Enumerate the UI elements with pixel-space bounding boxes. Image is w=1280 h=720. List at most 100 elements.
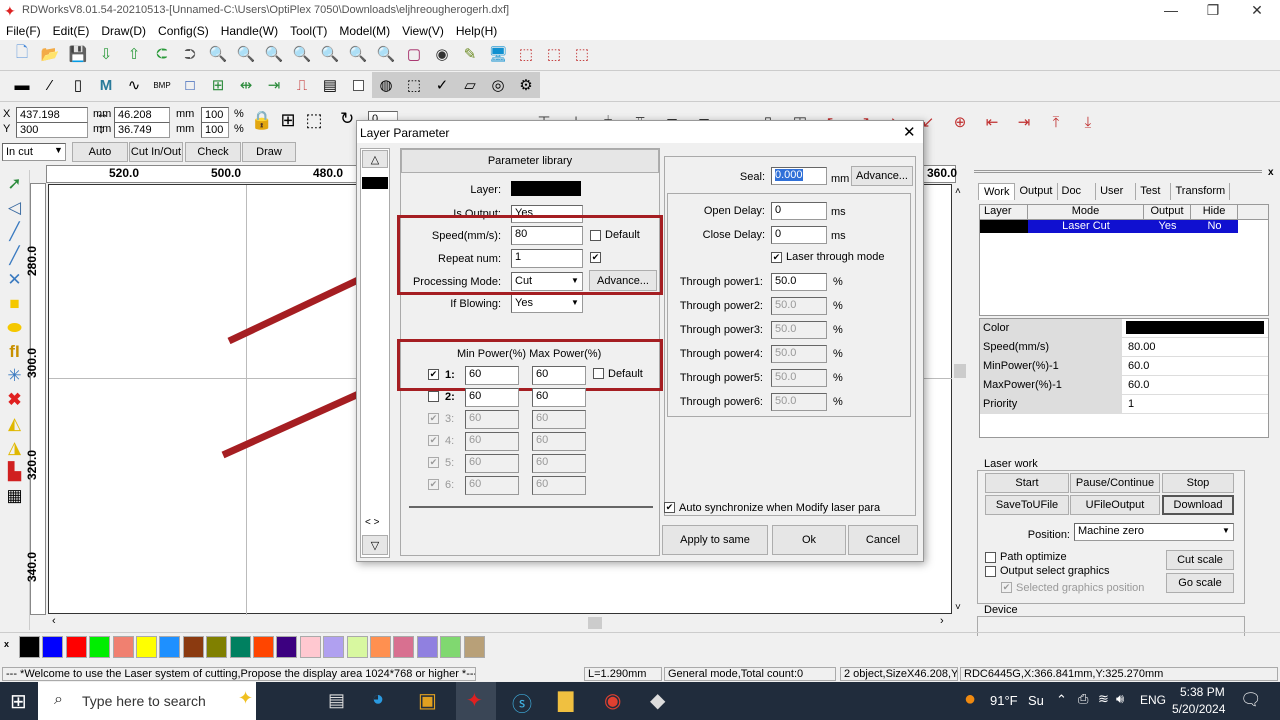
power-row-checkbox[interactable]: ✔: [428, 435, 439, 446]
max-power-input[interactable]: 60: [532, 366, 586, 385]
s-app-icon[interactable]: ⓢ: [512, 688, 532, 717]
start-button[interactable]: Start: [985, 473, 1069, 493]
palette-swatch[interactable]: [65, 636, 87, 658]
col-output[interactable]: Output: [1144, 205, 1191, 219]
palette-swatch[interactable]: [393, 636, 415, 658]
parameter-library-button[interactable]: Parameter library: [401, 149, 659, 173]
tab-output[interactable]: Output: [1015, 183, 1058, 200]
cancel-button[interactable]: Cancel: [848, 525, 918, 555]
through-power-input[interactable]: 50.0: [771, 369, 827, 387]
volume-icon[interactable]: 🔊︎: [1116, 691, 1124, 707]
palette-swatch[interactable]: [136, 636, 157, 658]
layer-color-swatch[interactable]: [511, 181, 581, 196]
col-hide[interactable]: Hide: [1191, 205, 1238, 219]
task-view-icon[interactable]: ▤: [328, 690, 345, 711]
max-power-input[interactable]: 60: [532, 388, 586, 407]
tab-test[interactable]: Test: [1136, 183, 1172, 200]
max-power-input[interactable]: 60: [532, 410, 586, 429]
language-indicator[interactable]: ENG: [1140, 693, 1166, 707]
dialog-close-button[interactable]: ✕: [903, 123, 916, 141]
seal-advance-button[interactable]: Advance...: [851, 166, 913, 186]
clock-date[interactable]: 5/20/2024: [1172, 702, 1225, 716]
layer-down-button[interactable]: ▽: [362, 535, 388, 555]
min-power-input[interactable]: 60: [465, 366, 519, 385]
min-power-input[interactable]: 60: [465, 454, 519, 473]
palette-swatch[interactable]: [416, 636, 438, 658]
layer-grid-row[interactable]: Laser Cut Yes No: [980, 220, 1268, 233]
close-delay-input[interactable]: 0: [771, 226, 827, 244]
power-row-checkbox[interactable]: [428, 391, 439, 402]
cut-scale-button[interactable]: Cut scale: [1166, 550, 1234, 570]
property-row[interactable]: MinPower(%)-1 60.0: [980, 357, 1268, 376]
palette-swatch[interactable]: [19, 636, 40, 658]
panel-close-icon[interactable]: x: [1268, 167, 1274, 178]
edge-icon[interactable]: ◕: [372, 688, 384, 711]
save-to-ufile-button[interactable]: SaveToUFile: [985, 495, 1069, 515]
file-explorer-icon[interactable]: ▇: [558, 688, 573, 713]
position-select[interactable]: Machine zero: [1074, 523, 1234, 541]
chevron-up-icon[interactable]: ⌃: [1056, 692, 1067, 708]
rdworks-taskbar-item[interactable]: ✦: [456, 682, 496, 720]
blowing-dropdown-icon[interactable]: ▼: [571, 298, 579, 307]
auto-sync-checkbox[interactable]: ✔: [664, 502, 675, 513]
go-scale-button[interactable]: Go scale: [1166, 573, 1234, 593]
min-power-input[interactable]: 60: [465, 432, 519, 451]
palette-swatch[interactable]: [182, 636, 204, 658]
through-power-input[interactable]: 50.0: [771, 321, 827, 339]
min-power-input[interactable]: 60: [465, 476, 519, 495]
palette-swatch[interactable]: [370, 636, 391, 658]
tab-work[interactable]: Work: [978, 183, 1016, 200]
layer-scroll-lr[interactable]: < >: [365, 517, 379, 528]
max-power-input[interactable]: 60: [532, 432, 586, 451]
through-power-input[interactable]: 50.0: [771, 273, 827, 291]
tab-user[interactable]: User: [1096, 183, 1137, 200]
property-row[interactable]: Priority 1: [980, 395, 1268, 414]
palette-close-icon[interactable]: x: [4, 639, 9, 649]
through-power-input[interactable]: 50.0: [771, 345, 827, 363]
palette-swatch[interactable]: [42, 636, 64, 658]
palette-swatch[interactable]: [159, 636, 181, 658]
inkscape-icon[interactable]: ◆: [650, 688, 665, 713]
power-row-checkbox[interactable]: ✔: [428, 457, 439, 468]
stop-button[interactable]: Stop: [1162, 473, 1234, 493]
selected-pos-checkbox[interactable]: ✔: [1001, 582, 1012, 593]
layer-up-button[interactable]: △: [362, 150, 388, 168]
download-button[interactable]: Download: [1162, 495, 1234, 515]
position-dropdown-icon[interactable]: ▼: [1222, 526, 1230, 535]
palette-swatch[interactable]: [299, 636, 321, 658]
palette-swatch[interactable]: [440, 636, 462, 658]
col-mode[interactable]: Mode: [1028, 205, 1144, 219]
panel-grip[interactable]: [974, 170, 1262, 173]
max-power-input[interactable]: 60: [532, 476, 586, 495]
power-row-checkbox[interactable]: ✔: [428, 369, 439, 380]
property-row[interactable]: Color: [980, 319, 1268, 338]
pause-continue-button[interactable]: Pause/Continue: [1070, 473, 1160, 493]
through-power-input[interactable]: 50.0: [771, 297, 827, 315]
palette-swatch[interactable]: [89, 636, 111, 658]
palette-swatch[interactable]: [229, 636, 251, 658]
tab-transform[interactable]: Transform: [1171, 183, 1231, 200]
seal-input[interactable]: 0.000: [771, 167, 827, 185]
through-power-input[interactable]: 50.0: [771, 393, 827, 411]
palette-swatch[interactable]: [276, 636, 298, 658]
meet-icon[interactable]: ⎙: [1078, 691, 1088, 707]
palette-swatch[interactable]: [323, 636, 345, 658]
windows-start-icon[interactable]: ⊞: [10, 689, 27, 714]
palette-swatch[interactable]: [463, 636, 485, 658]
max-power-input[interactable]: 60: [532, 454, 586, 473]
weather-temp[interactable]: 91°F: [990, 693, 1018, 708]
power-row-checkbox[interactable]: ✔: [428, 479, 439, 490]
power-row-checkbox[interactable]: ✔: [428, 413, 439, 424]
chrome-icon[interactable]: ◉: [604, 688, 621, 713]
property-row[interactable]: Speed(mm/s) 80.00: [980, 338, 1268, 357]
min-power-input[interactable]: 60: [465, 410, 519, 429]
taskbar-search[interactable]: ⌕ Type here to search ✦: [38, 682, 256, 720]
laser-through-checkbox[interactable]: ✔: [771, 252, 782, 263]
palette-swatch[interactable]: [346, 636, 368, 658]
palette-swatch[interactable]: [206, 636, 228, 658]
open-delay-input[interactable]: 0: [771, 202, 827, 220]
output-select-checkbox[interactable]: [985, 566, 996, 577]
clock-time[interactable]: 5:38 PM: [1180, 685, 1225, 699]
apply-to-same-button[interactable]: Apply to same: [662, 525, 768, 555]
tab-doc[interactable]: Doc: [1058, 183, 1097, 200]
